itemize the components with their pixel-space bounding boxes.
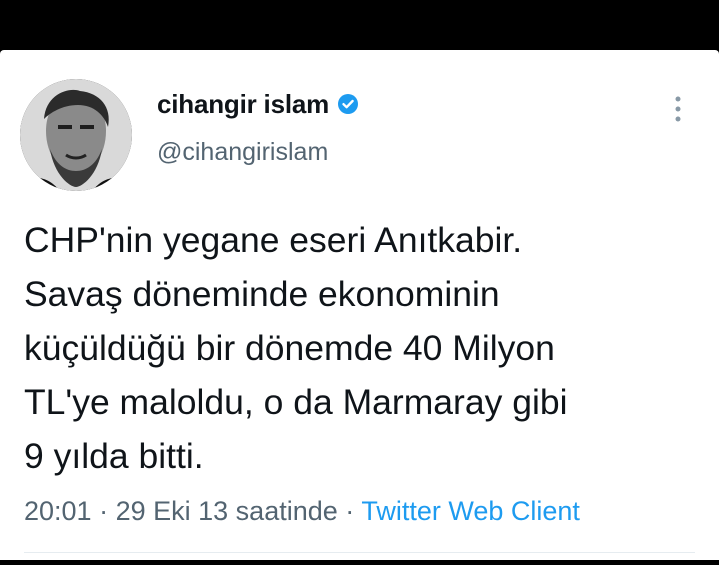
avatar[interactable] <box>20 79 132 191</box>
tweet-source-link[interactable]: Twitter Web Client <box>361 496 580 526</box>
tweet-text-line: CHP'nin yegane eseri Anıtkabir. <box>24 220 523 260</box>
tweet-text-line: Savaş döneminde ekonominin <box>24 274 500 314</box>
verified-badge-icon <box>337 93 359 115</box>
tweet-text-line: TL'ye maloldu, o da Marmaray gibi <box>24 382 568 422</box>
tweet-time[interactable]: 20:01 <box>24 496 92 526</box>
display-name[interactable]: cihangir islam <box>157 89 329 120</box>
tweet-text-line: küçüldüğü bir dönemde 40 Milyon <box>24 328 555 368</box>
divider <box>24 552 695 553</box>
tweet-card: cihangir islam @cihangirislam CHP'nin ye… <box>0 50 719 560</box>
tweet-metadata: 20:01 · 29 Eki 13 saatinde · Twitter Web… <box>24 496 580 527</box>
top-black-bar <box>0 0 719 50</box>
avatar-photo <box>20 79 132 191</box>
display-name-row: cihangir islam <box>157 88 359 120</box>
user-handle[interactable]: @cihangirislam <box>157 138 328 167</box>
more-vertical-icon[interactable] <box>668 92 688 128</box>
meta-separator: · <box>345 496 355 526</box>
meta-separator: · <box>99 496 109 526</box>
tweet-date[interactable]: 29 Eki 13 saatinde <box>116 496 338 526</box>
tweet-text: CHP'nin yegane eseri Anıtkabir. Savaş dö… <box>24 213 704 483</box>
tweet-text-line: 9 yılda bitti. <box>24 436 204 476</box>
